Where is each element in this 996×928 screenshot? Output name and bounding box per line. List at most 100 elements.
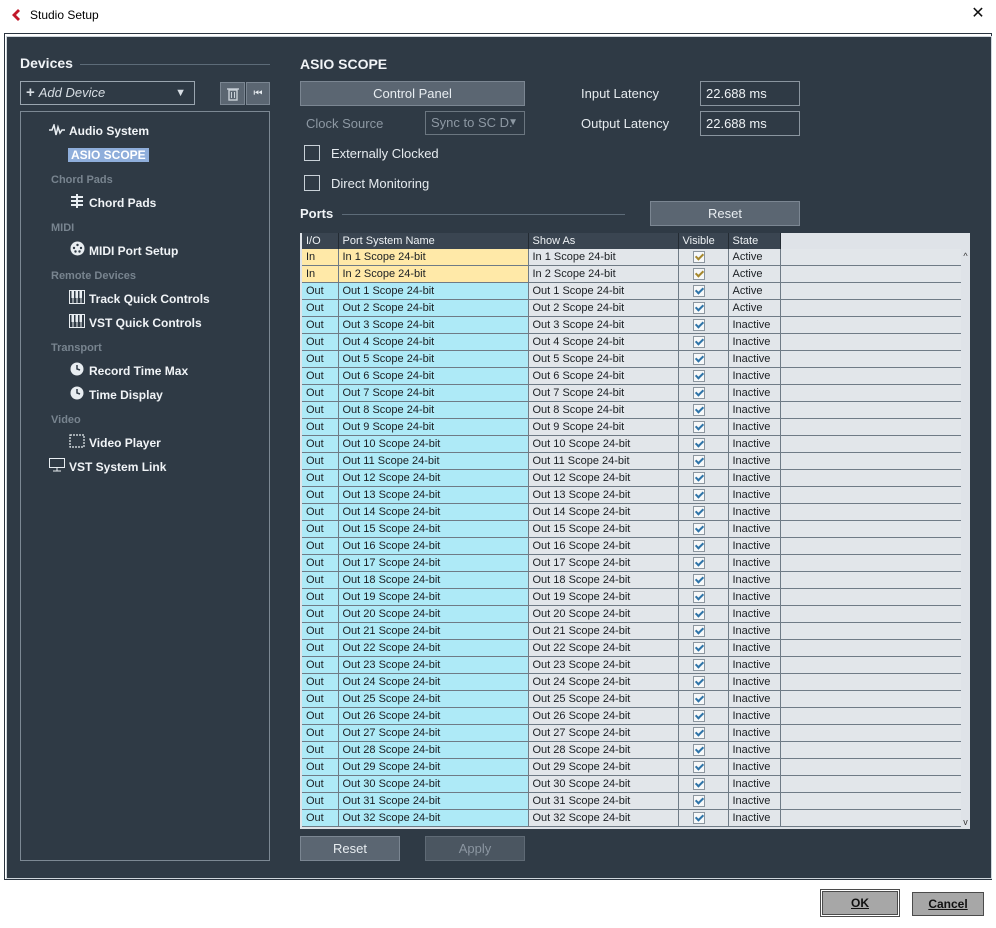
cell-visible[interactable] (678, 537, 729, 555)
scroll-down-icon[interactable]: v (961, 817, 970, 827)
ok-button[interactable]: OK (820, 889, 900, 917)
visible-checkbox[interactable] (692, 471, 705, 484)
cell-show-as[interactable]: Out 22 Scope 24-bit (528, 639, 679, 657)
cell-visible[interactable] (678, 809, 729, 827)
visible-checkbox[interactable] (692, 743, 705, 756)
visible-checkbox[interactable] (692, 250, 705, 263)
cell-visible[interactable] (678, 486, 729, 504)
table-row[interactable]: Out Out 12 Scope 24-bit Out 12 Scope 24-bi… (302, 469, 963, 487)
cell-show-as[interactable]: Out 2 Scope 24-bit (528, 299, 679, 317)
table-row[interactable]: Out Out 6 Scope 24-bit Out 6 Scope 24-bit I… (302, 367, 963, 385)
tree-item-record-time-max[interactable]: Record Time Max (68, 361, 188, 381)
cell-visible[interactable] (678, 316, 729, 334)
table-row[interactable]: Out Out 4 Scope 24-bit Out 4 Scope 24-bit I… (302, 333, 963, 351)
table-row[interactable]: Out Out 11 Scope 24-bit Out 11 Scope 24-bi… (302, 452, 963, 470)
table-row[interactable]: Out Out 14 Scope 24-bit Out 14 Scope 24-bi… (302, 503, 963, 521)
table-row[interactable]: Out Out 9 Scope 24-bit Out 9 Scope 24-bit I… (302, 418, 963, 436)
visible-checkbox[interactable] (692, 726, 705, 739)
visible-checkbox[interactable] (692, 794, 705, 807)
ports-scrollbar[interactable]: ^ v (961, 249, 970, 829)
cell-show-as[interactable]: Out 8 Scope 24-bit (528, 401, 679, 419)
ports-reset-button[interactable]: Reset (650, 201, 800, 226)
cell-show-as[interactable]: Out 20 Scope 24-bit (528, 605, 679, 623)
visible-checkbox[interactable] (692, 437, 705, 450)
table-row[interactable]: Out Out 8 Scope 24-bit Out 8 Scope 24-bit I… (302, 401, 963, 419)
table-row[interactable]: Out Out 18 Scope 24-bit Out 18 Scope 24-bi… (302, 571, 963, 589)
clock-source-dropdown[interactable]: Sync to SC D. ▼ (425, 111, 525, 135)
cell-show-as[interactable]: Out 23 Scope 24-bit (528, 656, 679, 674)
cell-show-as[interactable]: Out 6 Scope 24-bit (528, 367, 679, 385)
cell-show-as[interactable]: Out 3 Scope 24-bit (528, 316, 679, 334)
table-row[interactable]: Out Out 7 Scope 24-bit Out 7 Scope 24-bit I… (302, 384, 963, 402)
table-row[interactable]: Out Out 30 Scope 24-bit Out 30 Scope 24-bi… (302, 775, 963, 793)
visible-checkbox[interactable] (692, 284, 705, 297)
tree-item-track-quick-controls[interactable]: Track Quick Controls (68, 289, 210, 309)
cell-show-as[interactable]: Out 25 Scope 24-bit (528, 690, 679, 708)
visible-checkbox[interactable] (692, 607, 705, 620)
col-header-show-as[interactable]: Show As (528, 233, 679, 249)
cell-visible[interactable] (678, 792, 729, 810)
table-row[interactable]: Out Out 13 Scope 24-bit Out 13 Scope 24-bi… (302, 486, 963, 504)
table-row[interactable]: Out Out 26 Scope 24-bit Out 26 Scope 24-bi… (302, 707, 963, 725)
cell-visible[interactable] (678, 401, 729, 419)
cell-visible[interactable] (678, 503, 729, 521)
cell-show-as[interactable]: Out 18 Scope 24-bit (528, 571, 679, 589)
table-row[interactable]: Out Out 10 Scope 24-bit Out 10 Scope 24-bi… (302, 435, 963, 453)
cell-visible[interactable] (678, 418, 729, 436)
col-header-visible[interactable]: Visible (678, 233, 729, 249)
cell-show-as[interactable]: Out 1 Scope 24-bit (528, 282, 679, 300)
visible-checkbox[interactable] (692, 556, 705, 569)
visible-checkbox[interactable] (692, 420, 705, 433)
table-row[interactable]: Out Out 19 Scope 24-bit Out 19 Scope 24-bi… (302, 588, 963, 606)
table-row[interactable]: Out Out 28 Scope 24-bit Out 28 Scope 24-bi… (302, 741, 963, 759)
cell-visible[interactable] (678, 469, 729, 487)
cell-visible[interactable] (678, 639, 729, 657)
cell-show-as[interactable]: In 2 Scope 24-bit (528, 265, 679, 283)
table-row[interactable]: Out Out 24 Scope 24-bit Out 24 Scope 24-bi… (302, 673, 963, 691)
visible-checkbox[interactable] (692, 403, 705, 416)
close-icon[interactable]: ✕ (968, 4, 988, 24)
cell-show-as[interactable]: In 1 Scope 24-bit (528, 249, 679, 266)
cell-visible[interactable] (678, 605, 729, 623)
table-row[interactable]: Out Out 17 Scope 24-bit Out 17 Scope 24-bi… (302, 554, 963, 572)
cell-visible[interactable] (678, 333, 729, 351)
tree-item-vst-system-link[interactable]: VST System Link (48, 457, 166, 477)
cell-visible[interactable] (678, 367, 729, 385)
tree-item-time-display[interactable]: Time Display (68, 385, 163, 405)
cell-show-as[interactable]: Out 21 Scope 24-bit (528, 622, 679, 640)
visible-checkbox[interactable] (692, 709, 705, 722)
visible-checkbox[interactable] (692, 454, 705, 467)
apply-button[interactable]: Apply (425, 836, 525, 861)
cell-show-as[interactable]: Out 32 Scope 24-bit (528, 809, 679, 827)
visible-checkbox[interactable] (692, 539, 705, 552)
visible-checkbox[interactable] (692, 573, 705, 586)
visible-checkbox[interactable] (692, 522, 705, 535)
tree-item-audio-system[interactable]: Audio System (48, 121, 149, 141)
visible-checkbox[interactable] (692, 488, 705, 501)
cell-show-as[interactable]: Out 16 Scope 24-bit (528, 537, 679, 555)
cell-show-as[interactable]: Out 30 Scope 24-bit (528, 775, 679, 793)
cell-visible[interactable] (678, 299, 729, 317)
table-row[interactable]: Out Out 32 Scope 24-bit Out 32 Scope 24-bi… (302, 809, 963, 827)
visible-checkbox[interactable] (692, 267, 705, 280)
cell-visible[interactable] (678, 520, 729, 538)
tree-item-vst-quick-controls[interactable]: VST Quick Controls (68, 313, 202, 333)
cell-visible[interactable] (678, 554, 729, 572)
table-row[interactable]: Out Out 20 Scope 24-bit Out 20 Scope 24-bi… (302, 605, 963, 623)
cell-visible[interactable] (678, 758, 729, 776)
cell-show-as[interactable]: Out 26 Scope 24-bit (528, 707, 679, 725)
cell-visible[interactable] (678, 656, 729, 674)
col-header-io[interactable]: I/O (302, 233, 339, 249)
table-row[interactable]: Out Out 31 Scope 24-bit Out 31 Scope 24-bi… (302, 792, 963, 810)
cell-show-as[interactable]: Out 13 Scope 24-bit (528, 486, 679, 504)
add-device-dropdown[interactable]: + Add Device ▼ (20, 81, 195, 105)
visible-checkbox[interactable] (692, 369, 705, 382)
cell-visible[interactable] (678, 249, 729, 266)
table-row[interactable]: Out Out 23 Scope 24-bit Out 23 Scope 24-bi… (302, 656, 963, 674)
cell-show-as[interactable]: Out 14 Scope 24-bit (528, 503, 679, 521)
visible-checkbox[interactable] (692, 352, 705, 365)
table-row[interactable]: Out Out 16 Scope 24-bit Out 16 Scope 24-bi… (302, 537, 963, 555)
cell-visible[interactable] (678, 724, 729, 742)
cell-show-as[interactable]: Out 27 Scope 24-bit (528, 724, 679, 742)
cell-show-as[interactable]: Out 9 Scope 24-bit (528, 418, 679, 436)
